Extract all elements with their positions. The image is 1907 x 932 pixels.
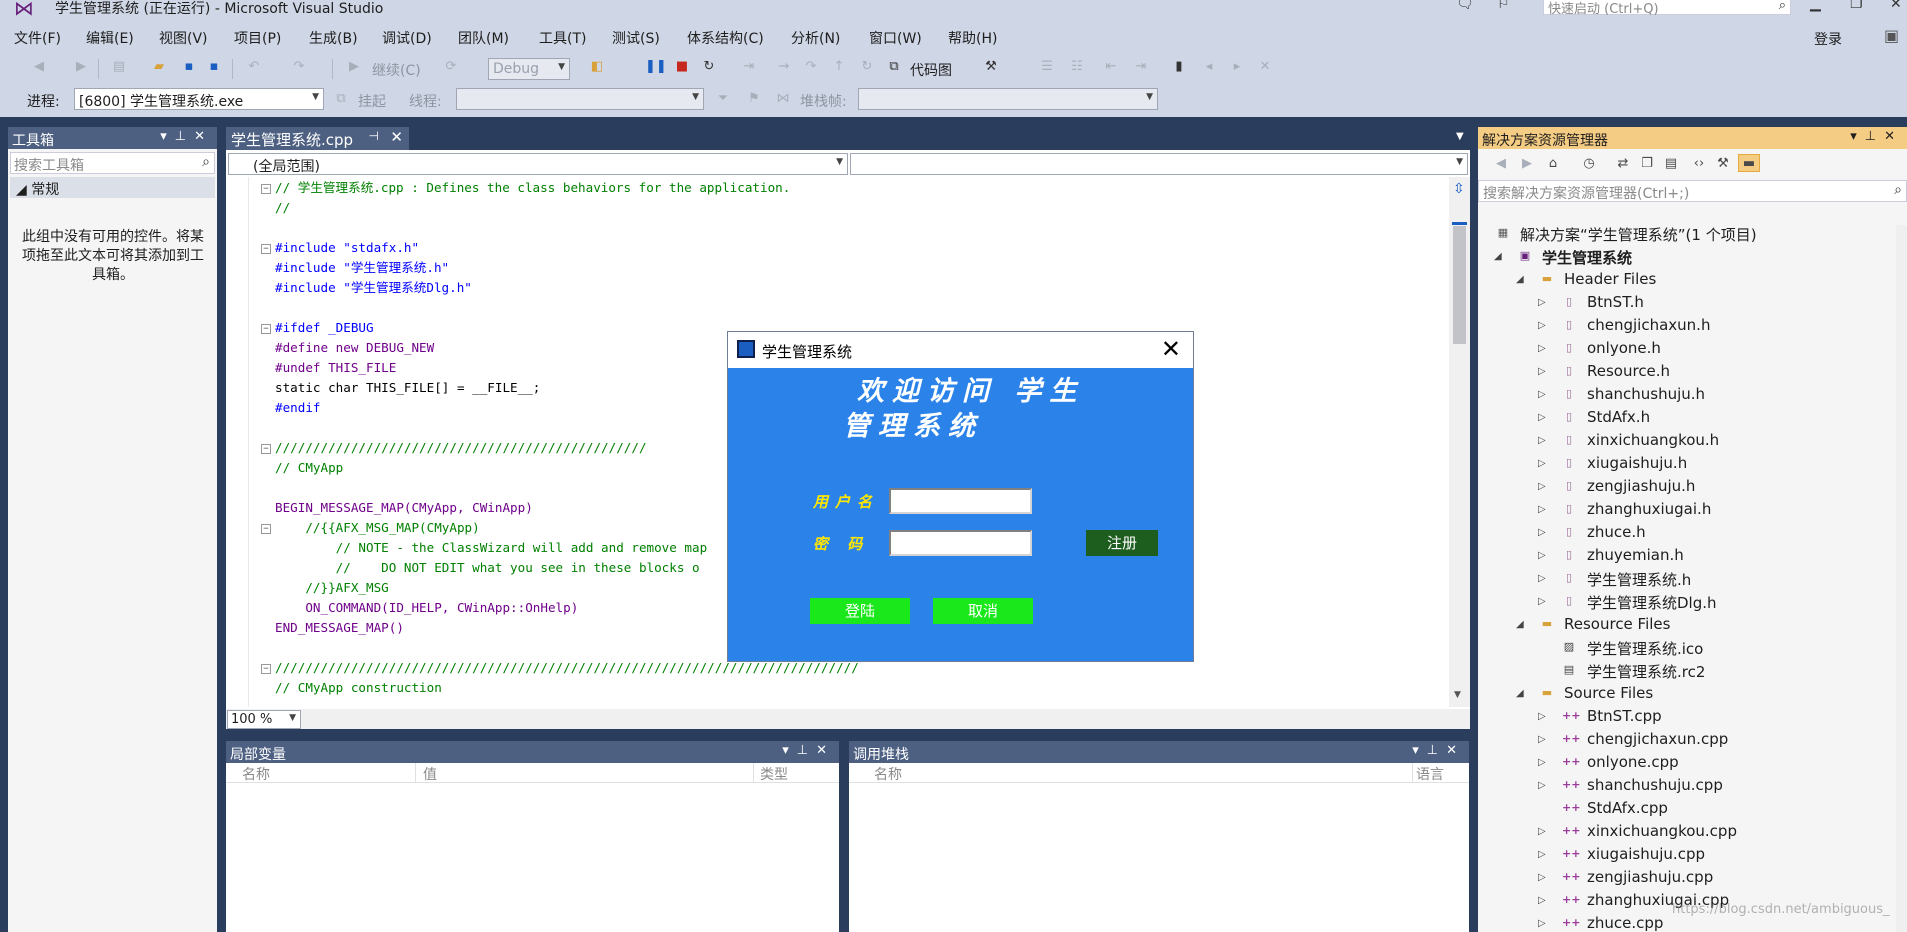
fold-icon[interactable]: − xyxy=(261,524,271,534)
username-input[interactable] xyxy=(889,488,1032,514)
quick-launch-input[interactable]: 快速启动 (Ctrl+Q) ⌕ xyxy=(1543,0,1791,17)
editor-horizontal-scrollbar[interactable] xyxy=(226,709,1470,729)
callstack-header: 调用堆栈 ▾⊥✕ xyxy=(849,741,1469,763)
properties-icon[interactable]: ⚒ xyxy=(1714,155,1732,173)
code-line[interactable]: // NOTE - the ClassWizard will add and r… xyxy=(275,538,708,558)
minimize-icon[interactable]: ▁ xyxy=(1810,0,1821,12)
forward-icon[interactable]: ▶ xyxy=(1518,155,1536,173)
register-button[interactable]: 注册 xyxy=(1086,530,1158,556)
panel-controls-icon[interactable]: ▾⊥✕ xyxy=(1850,129,1903,144)
close-window-icon[interactable]: ✕ xyxy=(1890,0,1902,12)
code-line[interactable]: ////////////////////////////////////////… xyxy=(275,438,647,458)
column-name[interactable]: 名称 xyxy=(242,764,270,784)
panel-controls-icon[interactable]: ▾⊥✕ xyxy=(1412,743,1465,758)
zoom-select[interactable]: 100 % ▼ xyxy=(227,710,301,729)
zoom-value: 100 % xyxy=(231,712,273,727)
solution-explorer-toolbar: ◀ ▶ ⌂ ◷ ⇄ ❐ ▤ ‹› ⚒ ▬ xyxy=(1478,149,1907,179)
home-icon[interactable]: ⌂ xyxy=(1544,155,1562,173)
solution-explorer-panel: 解决方案资源管理器 ▾⊥✕ ◀ ▶ ⌂ ◷ ⇄ ❐ ▤ ‹› ⚒ ▬ 搜索解决方案… xyxy=(1478,127,1907,932)
code-line[interactable]: #include "学生管理系统Dlg.h" xyxy=(275,278,472,298)
password-input[interactable] xyxy=(889,530,1032,556)
preview-icon[interactable]: ▬ xyxy=(1738,154,1760,172)
search-icon: ⌕ xyxy=(1778,0,1786,13)
notifications-icon[interactable]: ⚐ xyxy=(1497,0,1510,12)
account-icon[interactable]: ▣ xyxy=(1884,26,1899,45)
locals-header: 局部变量 ▾⊥✕ xyxy=(226,741,839,763)
code-line[interactable]: // CMyApp construction xyxy=(275,678,442,698)
code-line[interactable]: // xyxy=(275,198,290,218)
welcome-line-1: 欢迎访问 学生 xyxy=(857,376,1085,407)
close-dialog-icon[interactable]: ✕ xyxy=(1161,335,1181,363)
collapse-all-icon[interactable]: ❐ xyxy=(1638,155,1656,173)
view-code-icon[interactable]: ‹› xyxy=(1690,155,1708,173)
solution-explorer-header: 解决方案资源管理器 ▾⊥✕ xyxy=(1478,127,1907,149)
code-line[interactable]: #endif xyxy=(275,398,321,418)
fold-icon[interactable]: − xyxy=(261,244,271,254)
panel-controls-icon[interactable]: ▾⊥✕ xyxy=(782,743,835,758)
username-label: 用户名 xyxy=(813,493,880,511)
solution-search-input[interactable]: 搜索解决方案资源管理器(Ctrl+;) ⌕ xyxy=(1478,180,1907,202)
code-line[interactable]: // CMyApp xyxy=(275,458,343,478)
password-label: 密 码 xyxy=(813,535,870,553)
code-line[interactable]: #include "stdafx.h" xyxy=(275,238,419,258)
fold-icon[interactable]: − xyxy=(261,664,271,674)
callstack-title: 调用堆栈 xyxy=(853,747,909,763)
chevron-down-icon: ▼ xyxy=(289,713,296,723)
welcome-line-2: 管理系统 xyxy=(843,411,983,442)
solution-scrollbar[interactable] xyxy=(1896,225,1907,932)
fold-icon[interactable]: − xyxy=(261,324,271,334)
restore-icon[interactable]: ❐ xyxy=(1850,0,1863,12)
login-link[interactable]: 登录 xyxy=(1814,29,1842,49)
column-language[interactable]: 语言 xyxy=(1416,764,1444,784)
column-divider[interactable] xyxy=(1412,763,1413,783)
code-line[interactable]: // DO NOT EDIT what you see in these blo… xyxy=(275,558,700,578)
callstack-column-header: 名称 语言 xyxy=(849,763,1469,783)
code-line[interactable]: //}}AFX_MSG xyxy=(275,578,388,598)
history-icon[interactable]: ◷ xyxy=(1580,155,1598,173)
callstack-panel: 调用堆栈 ▾⊥✕ 名称 语言 xyxy=(849,741,1469,932)
column-divider[interactable] xyxy=(753,763,754,783)
dialog-title-bar: 学生管理系统 ✕ xyxy=(728,332,1193,368)
watermark: https://blog.csdn.net/ambiguous_ xyxy=(1672,902,1890,917)
dialog-title: 学生管理系统 xyxy=(762,343,853,361)
code-line[interactable]: #define new DEBUG_NEW xyxy=(275,338,434,358)
locals-title: 局部变量 xyxy=(230,747,286,763)
code-line[interactable]: static char THIS_FILE[] = __FILE__; xyxy=(275,378,540,398)
app-icon xyxy=(737,340,755,358)
column-type[interactable]: 类型 xyxy=(760,764,788,784)
quick-launch-placeholder: 快速启动 (Ctrl+Q) xyxy=(1548,2,1659,17)
back-icon[interactable]: ◀ xyxy=(1492,155,1510,173)
column-value[interactable]: 值 xyxy=(416,764,437,784)
code-line[interactable]: ON_COMMAND(ID_HELP, CWinApp::OnHelp) xyxy=(275,598,578,618)
sync-icon[interactable]: ⇄ xyxy=(1614,155,1632,173)
search-icon: ⌕ xyxy=(1894,182,1902,198)
login-button[interactable]: 登陆 xyxy=(810,598,910,624)
solution-search-placeholder: 搜索解决方案资源管理器(Ctrl+;) xyxy=(1483,186,1690,202)
fold-icon[interactable]: − xyxy=(261,184,271,194)
solution-explorer-title: 解决方案资源管理器 xyxy=(1482,133,1608,149)
code-line[interactable]: #undef THIS_FILE xyxy=(275,358,396,378)
code-line[interactable]: // 学生管理系统.cpp : Defines the class behavi… xyxy=(275,178,790,198)
code-line[interactable]: #ifdef _DEBUG xyxy=(275,318,374,338)
show-all-files-icon[interactable]: ▤ xyxy=(1662,155,1680,173)
locals-column-header: 名称 值 类型 xyxy=(226,763,839,783)
code-line[interactable]: END_MESSAGE_MAP() xyxy=(275,618,404,638)
fold-icon[interactable]: − xyxy=(261,444,271,454)
locals-panel: 局部变量 ▾⊥✕ 名称 值 类型 xyxy=(226,741,839,932)
column-name[interactable]: 名称 xyxy=(874,764,902,784)
cancel-button[interactable]: 取消 xyxy=(933,598,1033,624)
code-line[interactable]: //{{AFX_MSG_MAP(CMyApp) xyxy=(275,518,479,538)
code-line[interactable]: BEGIN_MESSAGE_MAP(CMyApp, CWinApp) xyxy=(275,498,533,518)
code-line[interactable]: #include "学生管理系统.h" xyxy=(275,258,449,278)
